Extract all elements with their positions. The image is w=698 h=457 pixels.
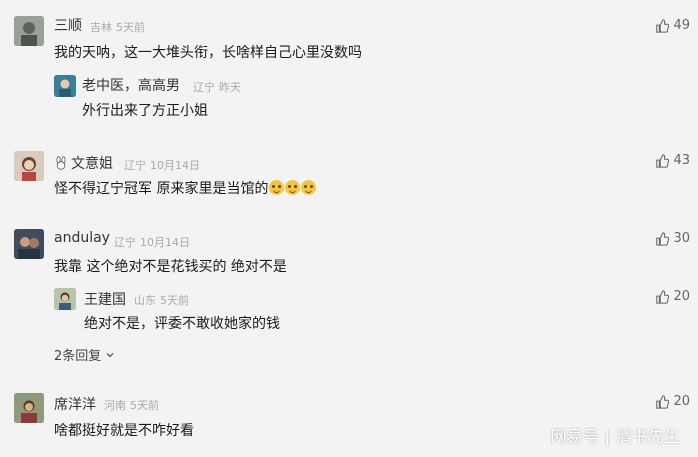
rabbit-icon	[56, 156, 66, 170]
thumbs-up-icon	[656, 231, 670, 246]
comment-text: 啥都挺好就是不咋好看	[54, 423, 194, 439]
emoji-icon	[269, 180, 285, 195]
comment-meta: 辽宁 10月14日	[124, 157, 204, 173]
comment-time: 5天前	[130, 399, 159, 412]
thumbs-up-icon	[656, 394, 670, 409]
like-count: 43	[673, 153, 690, 168]
comment-text: 绝对不是，评委不敢收她家的钱	[84, 316, 280, 332]
comment-location: 山东	[134, 294, 156, 307]
commenter-name[interactable]: 席洋洋	[54, 394, 96, 414]
comment-meta: 辽宁 10月14日	[114, 234, 194, 250]
like-button[interactable]: 20	[655, 394, 690, 409]
comment-location: 辽宁	[193, 81, 215, 94]
thumbs-up-icon	[656, 153, 670, 168]
like-count: 20	[673, 289, 690, 304]
watermark-divider: |	[604, 427, 610, 446]
comment-text: 我的天呐，这一大堆头衔，长啥样自己心里没数吗	[54, 45, 362, 61]
commenter-name[interactable]: 文意姐	[54, 153, 113, 173]
emoji-icon	[285, 180, 301, 195]
comment-location: 辽宁	[124, 159, 146, 172]
comment-text: 我靠 这个绝对不是花钱买的 绝对不是	[54, 259, 287, 275]
comment-time: 10月14日	[150, 159, 200, 172]
comment-meta: 吉林 5天前	[90, 19, 149, 35]
comment-time: 10月14日	[140, 236, 190, 249]
comment-text-content: 怪不得辽宁冠军 原来家里是当馆的	[54, 181, 269, 197]
comment-meta: 辽宁 昨天	[193, 79, 245, 95]
comment-time: 昨天	[219, 81, 241, 94]
avatar[interactable]	[14, 229, 44, 259]
comment-meta: 河南 5天前	[104, 397, 163, 413]
view-more-replies-button[interactable]: 2条回复	[54, 345, 115, 364]
comment-meta: 山东 5天前	[134, 292, 193, 308]
watermark-author: 清书先生	[615, 427, 680, 446]
comment-time: 5天前	[160, 294, 189, 307]
comment-time: 5天前	[116, 21, 145, 34]
avatar[interactable]	[14, 151, 44, 181]
thumbs-up-icon	[656, 18, 670, 33]
avatar[interactable]	[54, 288, 76, 310]
more-replies-label: 2条回复	[54, 349, 102, 364]
watermark: 网易号 | 清书先生	[551, 423, 680, 447]
comment-text: 怪不得辽宁冠军 原来家里是当馆的	[54, 178, 317, 198]
like-button[interactable]: 43	[655, 153, 690, 168]
thumbs-up-icon	[656, 289, 670, 304]
comment-location: 吉林	[90, 21, 112, 34]
watermark-brand: 网易号	[550, 427, 599, 446]
like-button[interactable]: 49	[655, 18, 690, 33]
like-count: 30	[673, 231, 690, 246]
like-button[interactable]: 20	[655, 289, 690, 304]
like-count: 20	[673, 394, 690, 409]
commenter-name[interactable]: 三顺	[54, 15, 82, 35]
like-button[interactable]: 30	[655, 231, 690, 246]
commenter-name-text: 文意姐	[71, 156, 113, 172]
chevron-down-icon	[106, 353, 114, 358]
avatar[interactable]	[54, 75, 76, 97]
comment-location: 河南	[104, 399, 126, 412]
commenter-name[interactable]: 老中医，高高男	[82, 75, 180, 95]
like-count: 49	[673, 18, 690, 33]
commenter-name[interactable]: andulay	[54, 230, 110, 246]
avatar[interactable]	[14, 16, 44, 46]
commenter-name[interactable]: 王建国	[84, 289, 126, 309]
comment-location: 辽宁	[114, 236, 136, 249]
comment-text: 外行出来了方正小姐	[82, 103, 208, 119]
emoji-icon	[301, 180, 317, 195]
avatar[interactable]	[14, 393, 44, 423]
